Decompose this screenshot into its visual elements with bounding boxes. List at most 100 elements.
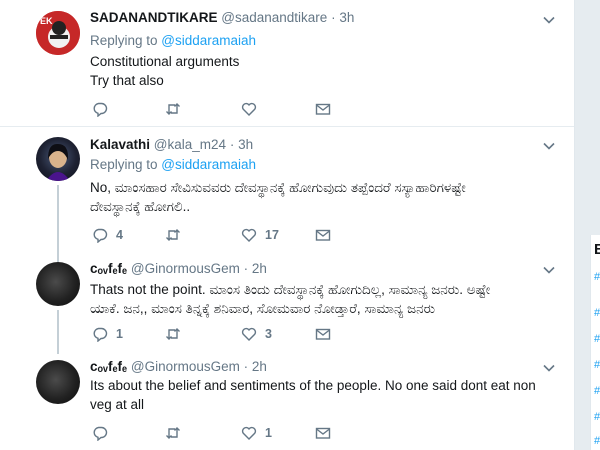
- thread-line: [57, 310, 59, 354]
- reply-icon: [93, 426, 108, 441]
- timestamp[interactable]: 2h: [252, 359, 267, 374]
- retweet-icon: [166, 328, 180, 340]
- message-icon: [315, 328, 331, 340]
- tweet-text-line: Its about the belief and sentiments of t…: [90, 378, 536, 393]
- thread-line: [57, 185, 59, 254]
- tweet-actions: [90, 100, 350, 118]
- timestamp[interactable]: 3h: [339, 10, 354, 25]
- replying-prefix: Replying to: [90, 33, 162, 48]
- tweet-text-line: ದೇವಸ್ಥಾನಕ್ಕೆ ಹೋಗಲಿ..: [90, 199, 191, 214]
- tweet-text-line: ಯಾಕೆ. ಜನ,, ಮಾಂಸ ತಿನ್ನಕ್ಕೆ ಶನಿವಾರ, ಸೋಮವಾರ…: [90, 301, 436, 316]
- chevron-down-icon[interactable]: [543, 14, 555, 26]
- message-button[interactable]: [315, 226, 331, 244]
- trend-link[interactable]: #: [594, 271, 600, 283]
- trend-link[interactable]: #: [594, 333, 600, 345]
- reply-button[interactable]: [92, 424, 116, 442]
- reply-count: 1: [116, 327, 123, 341]
- tweet-text: Constitutional arguments Try that also: [90, 52, 560, 90]
- like-button[interactable]: 1: [241, 424, 272, 442]
- tweet-text: No, ಮಾಂಸಹಾರ ಸೇವಿಸುವವರು ದೇವಸ್ಥಾನಕ್ಕೆ ಹೋಗು…: [90, 178, 560, 216]
- tweet-header: cₒᵥfₑfₑ @GinormousGem · 2h: [90, 261, 267, 277]
- separator-dot: ·: [243, 261, 249, 276]
- trend-link[interactable]: #: [594, 385, 600, 397]
- retweet-icon: [166, 229, 180, 241]
- user-handle[interactable]: @sadanandtikare: [221, 10, 327, 25]
- separator-dot: ·: [331, 10, 336, 25]
- svg-text:EK: EK: [40, 16, 53, 26]
- tweet-actions: 1 3: [90, 325, 350, 343]
- trends-card: E # # # # # # #: [590, 235, 600, 450]
- display-name[interactable]: cₒᵥfₑfₑ: [90, 359, 127, 374]
- mention-link[interactable]: @siddaramaiah: [161, 33, 256, 48]
- retweet-button[interactable]: [165, 424, 189, 442]
- like-button[interactable]: [241, 100, 265, 118]
- trend-link[interactable]: #: [594, 435, 600, 447]
- display-name[interactable]: SADANANDTIKARE: [90, 10, 218, 25]
- timestamp[interactable]: 2h: [252, 261, 267, 276]
- like-icon: [241, 327, 257, 341]
- reply-button[interactable]: 4: [92, 226, 123, 244]
- tweet-header: cₒᵥfₑfₑ @GinormousGem · 2h: [90, 359, 267, 375]
- tweet-actions: 1: [90, 424, 350, 442]
- message-button[interactable]: [315, 424, 331, 442]
- avatar[interactable]: [36, 137, 80, 181]
- chevron-down-icon[interactable]: [543, 264, 555, 276]
- tweet-text-line: Constitutional arguments: [90, 54, 240, 69]
- retweet-button[interactable]: [165, 226, 189, 244]
- tweet-text-line: veg at all: [90, 397, 145, 412]
- user-handle[interactable]: @GinormousGem: [131, 359, 240, 374]
- like-icon: [241, 228, 257, 242]
- avatar[interactable]: EK: [36, 11, 80, 55]
- like-icon: [241, 426, 257, 440]
- message-button[interactable]: [315, 325, 331, 343]
- tweet-text-line: No, ಮಾಂಸಹಾರ ಸೇವಿಸುವವರು ದೇವಸ್ಥಾನಕ್ಕೆ ಹೋಗು…: [90, 180, 466, 195]
- like-button[interactable]: 17: [241, 226, 279, 244]
- like-count: 3: [265, 327, 272, 341]
- retweet-button[interactable]: [165, 325, 189, 343]
- trends-heading-fragment: E: [594, 242, 600, 257]
- tweet[interactable]: EK SADANANDTIKARE @sadanandtikare · 3h R…: [0, 0, 574, 126]
- tweet-text-line: Try that also: [90, 73, 164, 88]
- tweet-text: Thats not the point. ಮಾಂಸ ತಿಂದು ದೇವಸ್ಥಾನ…: [90, 280, 560, 318]
- chevron-down-icon[interactable]: [543, 140, 555, 152]
- trend-link[interactable]: #: [594, 411, 600, 423]
- message-button[interactable]: [315, 100, 331, 118]
- reply-button[interactable]: 1: [92, 325, 123, 343]
- reply-count: 4: [116, 228, 123, 242]
- reply-icon: [93, 102, 108, 117]
- avatar[interactable]: [36, 262, 80, 306]
- like-count: 17: [265, 228, 279, 242]
- tweet-text-line: Thats not the point. ಮಾಂಸ ತಿಂದು ದೇವಸ್ಥಾನ…: [90, 282, 491, 297]
- message-icon: [315, 103, 331, 115]
- like-icon: [241, 102, 257, 116]
- like-button[interactable]: 3: [241, 325, 272, 343]
- reply-button[interactable]: [92, 100, 116, 118]
- message-icon: [315, 229, 331, 241]
- display-name[interactable]: cₒᵥfₑfₑ: [90, 261, 127, 276]
- like-count: 1: [265, 426, 272, 440]
- tweet-header: SADANANDTIKARE @sadanandtikare · 3h: [90, 10, 354, 26]
- user-handle[interactable]: @GinormousGem: [131, 261, 240, 276]
- message-icon: [315, 427, 331, 439]
- tweet[interactable]: cₒᵥfₑfₑ @GinormousGem · 2h Thats not the…: [0, 254, 574, 354]
- conversation-timeline: EK SADANANDTIKARE @sadanandtikare · 3h R…: [0, 0, 574, 450]
- replying-to: Replying to @siddaramaiah: [90, 157, 256, 173]
- avatar[interactable]: [36, 360, 80, 404]
- tweet[interactable]: cₒᵥfₑfₑ @GinormousGem · 2h Its about the…: [0, 354, 574, 450]
- retweet-icon: [166, 103, 180, 115]
- replying-prefix: Replying to: [90, 157, 162, 172]
- separator-dot: ·: [229, 137, 235, 152]
- tweet[interactable]: Kalavathi @kala_m24 · 3h Replying to @si…: [0, 127, 574, 254]
- user-handle[interactable]: @kala_m24: [154, 137, 226, 152]
- timestamp[interactable]: 3h: [238, 137, 253, 152]
- tweet-actions: 4 17: [90, 226, 350, 244]
- retweet-icon: [166, 427, 180, 439]
- trend-link[interactable]: #: [594, 307, 600, 319]
- chevron-down-icon[interactable]: [543, 362, 555, 374]
- retweet-button[interactable]: [165, 100, 189, 118]
- reply-icon: [93, 228, 108, 243]
- trend-link[interactable]: #: [594, 359, 600, 371]
- display-name[interactable]: Kalavathi: [90, 137, 150, 152]
- mention-link[interactable]: @siddaramaiah: [161, 157, 256, 172]
- tweet-text: Its about the belief and sentiments of t…: [90, 376, 560, 414]
